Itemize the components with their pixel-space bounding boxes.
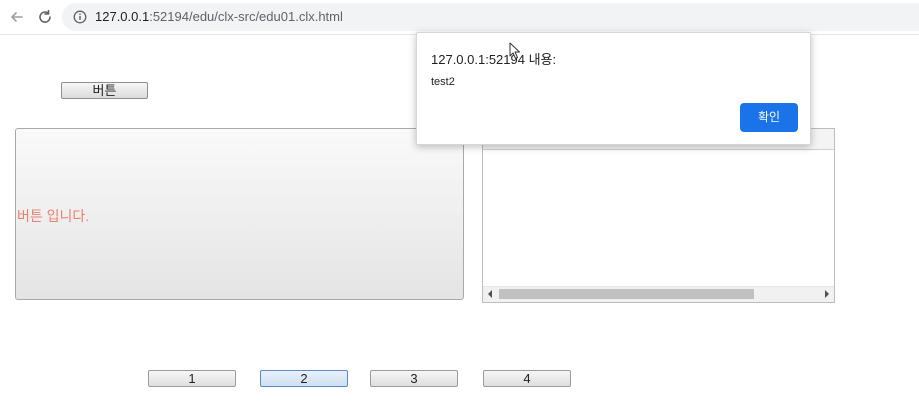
- url-host: 127.0.0.1: [95, 9, 150, 24]
- ok-button[interactable]: 확인: [740, 103, 798, 132]
- address-bar[interactable]: 127.0.0.1:52194/edu/clx-src/edu01.clx.ht…: [62, 3, 919, 31]
- dialog-message: test2: [431, 76, 455, 88]
- number-button-1[interactable]: 1: [148, 370, 236, 387]
- dialog-title: 127.0.0.1:52194 내용:: [431, 52, 557, 67]
- alert-dialog: 127.0.0.1:52194 내용: test2 확인: [416, 32, 811, 145]
- info-icon[interactable]: [73, 10, 87, 24]
- url-text: 127.0.0.1:52194/edu/clx-src/edu01.clx.ht…: [95, 10, 343, 24]
- right-panel: [482, 128, 835, 303]
- mouse-cursor-icon: [509, 42, 520, 59]
- browser-toolbar: 127.0.0.1:52194/edu/clx-src/edu01.clx.ht…: [0, 0, 919, 35]
- reload-button[interactable]: [35, 7, 55, 27]
- number-button-2[interactable]: 2: [260, 370, 348, 387]
- scroll-left-arrow-icon[interactable]: [488, 290, 492, 298]
- horizontal-scrollbar[interactable]: [483, 286, 834, 302]
- left-panel-text: 버튼 입니다.: [17, 208, 90, 224]
- scroll-right-arrow-icon[interactable]: [825, 290, 829, 298]
- url-path: :52194/edu/clx-src/edu01.clx.html: [149, 9, 343, 24]
- scrollbar-thumb[interactable]: [499, 289, 754, 299]
- arrow-left-icon: [11, 12, 23, 22]
- number-button-4[interactable]: 4: [483, 370, 571, 387]
- back-button[interactable]: [7, 7, 27, 27]
- left-panel[interactable]: 버튼 입니다.: [15, 128, 464, 300]
- top-button[interactable]: 버튼: [61, 82, 148, 99]
- reload-icon: [39, 9, 51, 23]
- number-button-3[interactable]: 3: [370, 370, 458, 387]
